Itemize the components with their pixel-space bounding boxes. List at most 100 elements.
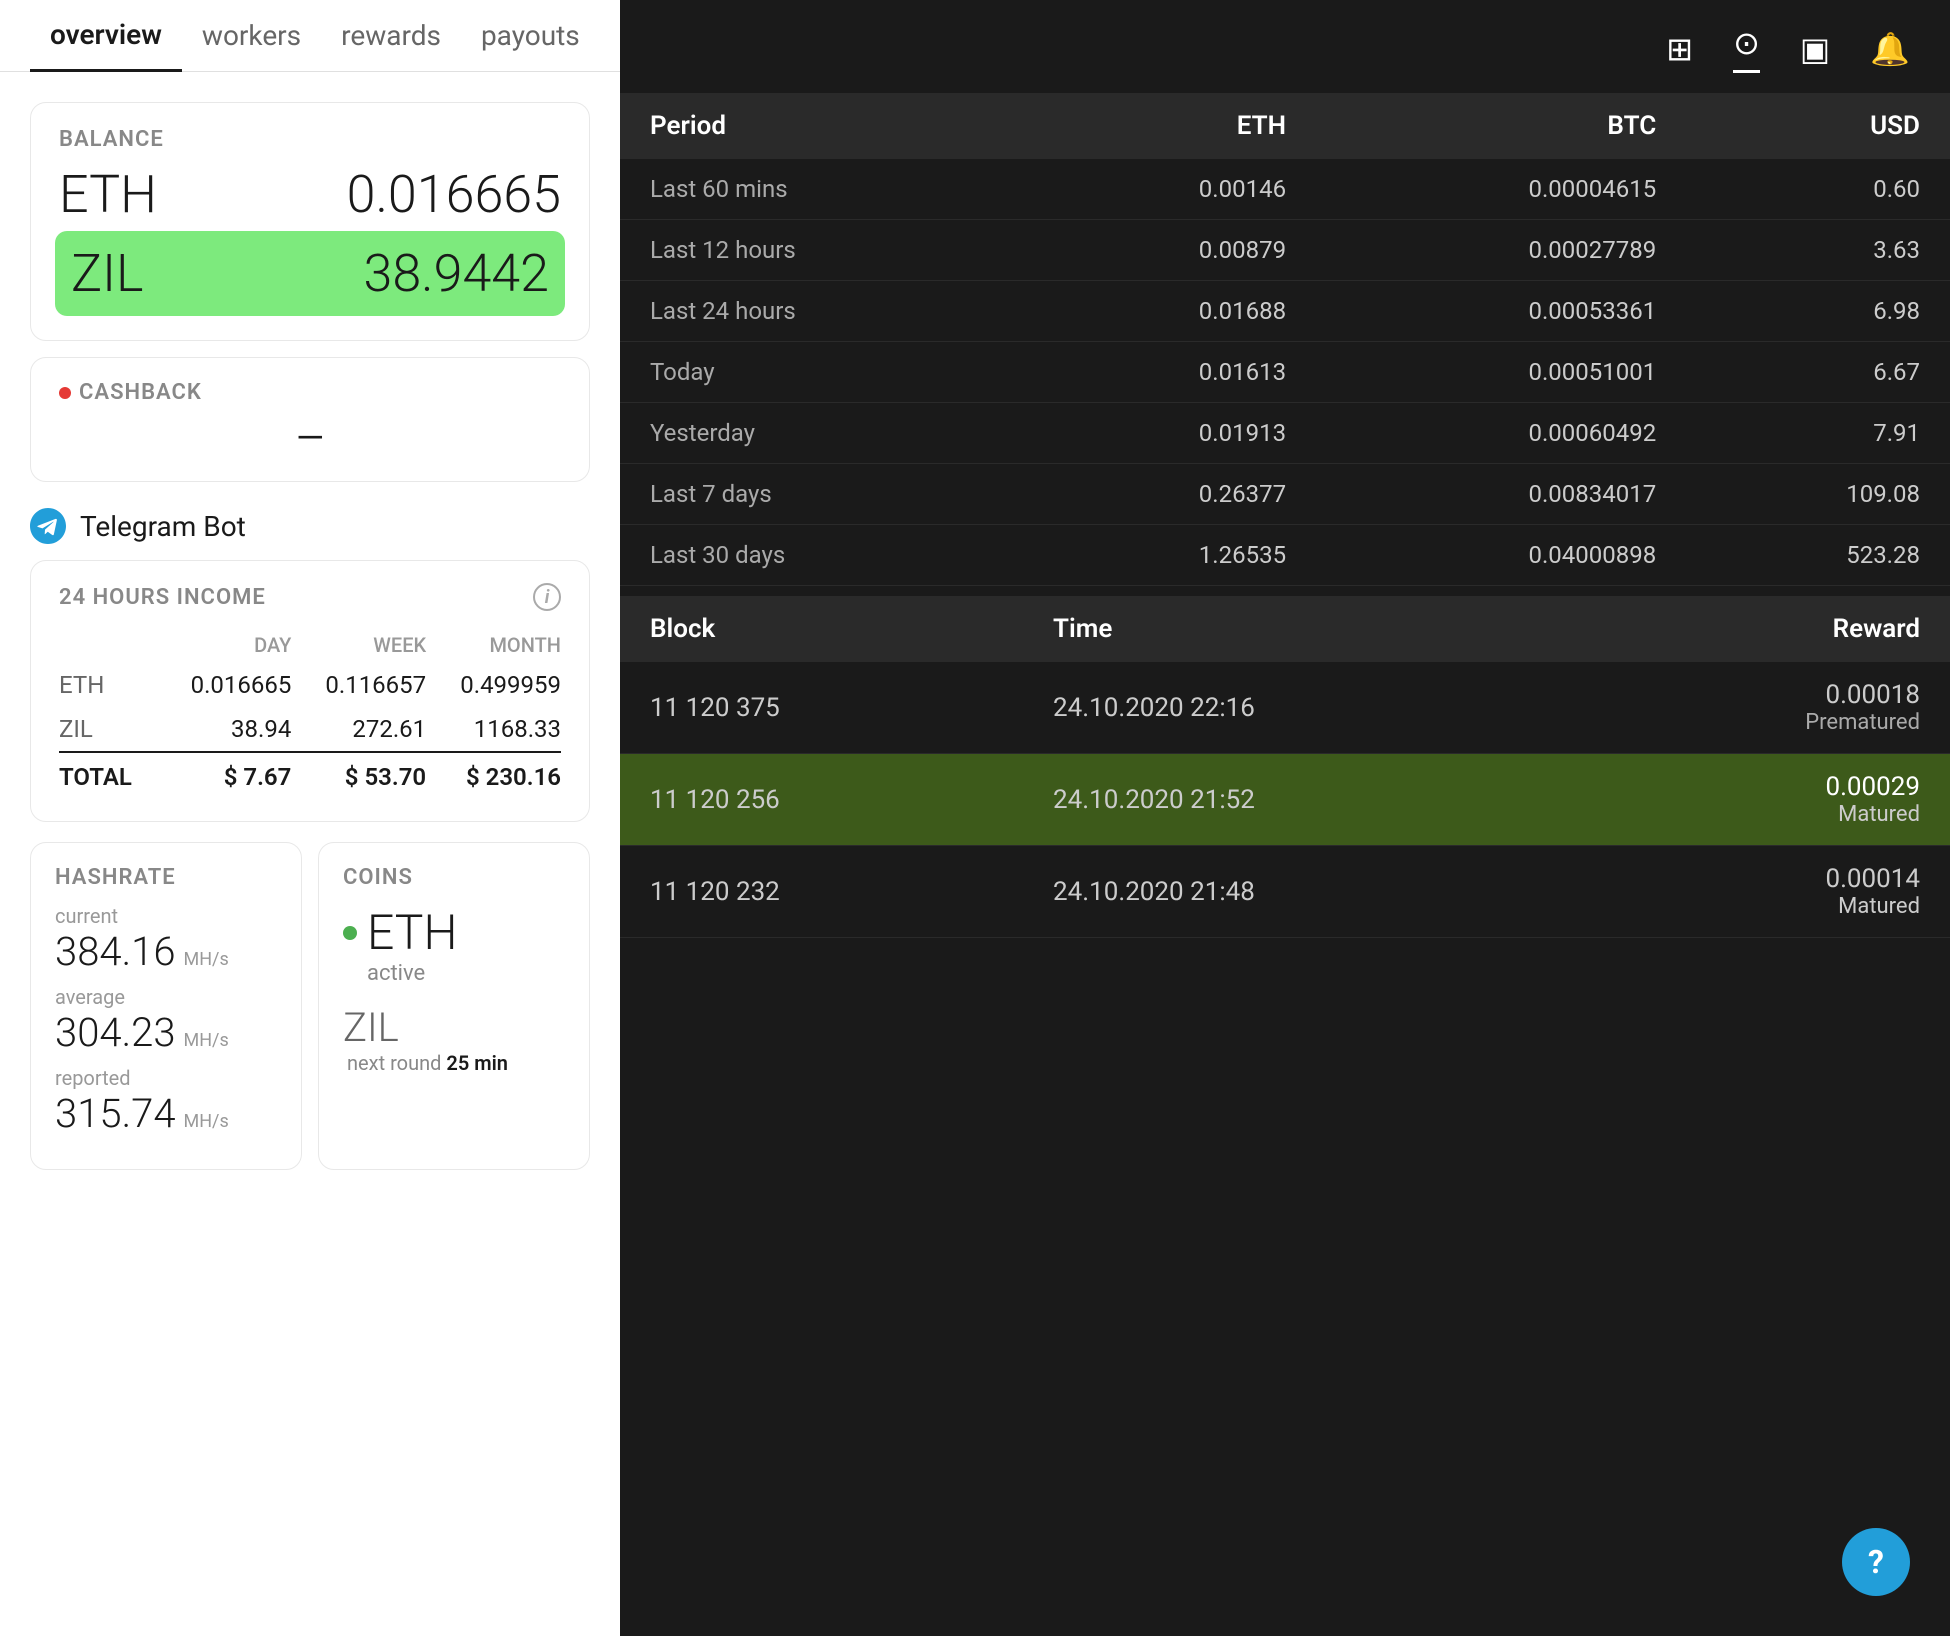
balance-card: BALANCE ETH 0.016665 ZIL 38.9442 (30, 102, 590, 341)
income-header: 24 HOURS INCOME i (59, 583, 561, 611)
right-panel: ⊞ ⊙ ▣ 🔔 Period ETH BTC USD Last 60 mins … (620, 0, 1950, 1636)
hashrate-average-unit: MH/s (183, 1030, 228, 1051)
period-eth: 1.26535 (1026, 525, 1316, 586)
reward-status: Prematured (1805, 710, 1920, 735)
archive-icon[interactable]: ▣ (1800, 30, 1830, 68)
period-btc: 0.04000898 (1316, 525, 1686, 586)
blocks-section: Block Time Reward 11 120 375 24.10.2020 … (620, 596, 1950, 1636)
period-eth: 0.01688 (1026, 281, 1316, 342)
coins-title: COINS (343, 865, 565, 890)
table-row: Last 24 hours 0.01688 0.00053361 6.98 (620, 281, 1950, 342)
reward-amount: 0.00014 (1825, 864, 1920, 894)
bottom-row: HASHRATE current 384.16 MH/s average 304… (30, 842, 590, 1170)
telegram-row[interactable]: Telegram Bot (0, 498, 620, 554)
block-reward: 0.00014 Matured (1579, 846, 1950, 938)
zil-coin-round: next round 25 min (347, 1051, 565, 1075)
zil-balance-row: ZIL 38.9442 (55, 231, 565, 316)
tab-workers[interactable]: workers (182, 19, 321, 70)
table-row: 11 120 256 24.10.2020 21:52 0.00029 Matu… (620, 754, 1950, 846)
block-time: 24.10.2020 22:16 (1023, 662, 1579, 754)
bell-icon[interactable]: 🔔 (1870, 30, 1910, 68)
income-title: 24 HOURS INCOME (59, 585, 266, 610)
nav-tabs: overview workers rewards payouts referra… (0, 0, 620, 72)
block-number: 11 120 256 (620, 754, 1023, 846)
period-col-btc: BTC (1316, 93, 1686, 159)
table-row-total: TOTAL $ 7.67 $ 53.70 $ 230.16 (59, 752, 561, 799)
zil-coin-name: ZIL (343, 1004, 399, 1051)
hashrate-reported-val: 315.74 (55, 1090, 176, 1137)
eth-balance-row: ETH 0.016665 (59, 164, 561, 225)
zil-round-val: 25 min (446, 1051, 508, 1075)
reward-amount: 0.00029 (1825, 772, 1920, 802)
cashback-value: — (59, 417, 561, 459)
zil-coin-item: ZIL next round 25 min (343, 1004, 565, 1075)
hashrate-card: HASHRATE current 384.16 MH/s average 304… (30, 842, 302, 1170)
period-eth: 0.00879 (1026, 220, 1316, 281)
layers-icon[interactable]: ⊞ (1666, 30, 1693, 68)
income-total-week: $ 53.70 (291, 752, 426, 799)
eth-coin-name-row: ETH (343, 904, 565, 961)
table-row: 11 120 375 24.10.2020 22:16 0.00018 Prem… (620, 662, 1950, 754)
income-col-month: MONTH (426, 627, 561, 663)
period-usd: 0.60 (1686, 159, 1950, 220)
block-col-reward: Reward (1579, 596, 1950, 662)
hashrate-current-label: current (55, 904, 277, 928)
hashrate-reported-label: reported (55, 1066, 277, 1090)
period-usd: 523.28 (1686, 525, 1950, 586)
eth-coin-name: ETH (367, 904, 457, 961)
period-eth: 0.01913 (1026, 403, 1316, 464)
block-reward: 0.00029 Matured (1579, 754, 1950, 846)
period-table-container: Period ETH BTC USD Last 60 mins 0.00146 … (620, 83, 1950, 596)
hashrate-reported-unit: MH/s (183, 1111, 228, 1132)
period-eth: 0.26377 (1026, 464, 1316, 525)
income-zil-week: 272.61 (291, 707, 426, 752)
income-total-day: $ 7.67 (157, 752, 292, 799)
tab-payouts[interactable]: payouts (461, 19, 600, 70)
income-col-label (59, 627, 157, 663)
reward-status: Matured (1838, 802, 1920, 827)
cashback-label: CASHBACK (59, 380, 561, 405)
help-button[interactable]: ? (1842, 1528, 1910, 1596)
eth-coin-item: ETH active (343, 904, 565, 986)
period-period: Last 7 days (620, 464, 1026, 525)
zil-currency: ZIL (71, 243, 143, 304)
period-usd: 6.67 (1686, 342, 1950, 403)
eth-coin-status: active (367, 961, 565, 986)
blocks-table: Block Time Reward 11 120 375 24.10.2020 … (620, 596, 1950, 938)
period-btc: 0.00053361 (1316, 281, 1686, 342)
info-icon[interactable]: i (533, 583, 561, 611)
period-period: Last 24 hours (620, 281, 1026, 342)
tab-overview[interactable]: overview (30, 18, 182, 72)
reward-amount: 0.00018 (1825, 680, 1920, 710)
period-period: Last 60 mins (620, 159, 1026, 220)
table-row: 11 120 232 24.10.2020 21:48 0.00014 Matu… (620, 846, 1950, 938)
table-row: Last 30 days 1.26535 0.04000898 523.28 (620, 525, 1950, 586)
income-eth-month: 0.499959 (426, 663, 561, 707)
cashback-card: CASHBACK — (30, 357, 590, 482)
block-reward: 0.00018 Prematured (1579, 662, 1950, 754)
period-btc: 0.00060492 (1316, 403, 1686, 464)
period-usd: 3.63 (1686, 220, 1950, 281)
income-table: DAY WEEK MONTH ETH 0.016665 0.116657 0.4… (59, 627, 561, 799)
table-row: Last 12 hours 0.00879 0.00027789 3.63 (620, 220, 1950, 281)
table-row: ETH 0.016665 0.116657 0.499959 (59, 663, 561, 707)
income-card: 24 HOURS INCOME i DAY WEEK MONTH ETH 0.0… (30, 560, 590, 822)
block-number: 11 120 232 (620, 846, 1023, 938)
hashrate-current-val: 384.16 (55, 928, 176, 975)
period-btc: 0.00834017 (1316, 464, 1686, 525)
circle-double-icon[interactable]: ⊙ (1733, 24, 1760, 73)
period-btc: 0.00027789 (1316, 220, 1686, 281)
table-row: Last 7 days 0.26377 0.00834017 109.08 (620, 464, 1950, 525)
period-eth: 0.00146 (1026, 159, 1316, 220)
income-zil-day: 38.94 (157, 707, 292, 752)
period-usd: 109.08 (1686, 464, 1950, 525)
telegram-text: Telegram Bot (80, 510, 246, 543)
telegram-icon (30, 508, 66, 544)
income-col-week: WEEK (291, 627, 426, 663)
tab-rewards[interactable]: rewards (321, 19, 461, 70)
left-panel: overview workers rewards payouts referra… (0, 0, 620, 1636)
income-total-month: $ 230.16 (426, 752, 561, 799)
cashback-dot (59, 387, 71, 399)
eth-amount: 0.016665 (347, 164, 561, 225)
period-col-eth: ETH (1026, 93, 1316, 159)
